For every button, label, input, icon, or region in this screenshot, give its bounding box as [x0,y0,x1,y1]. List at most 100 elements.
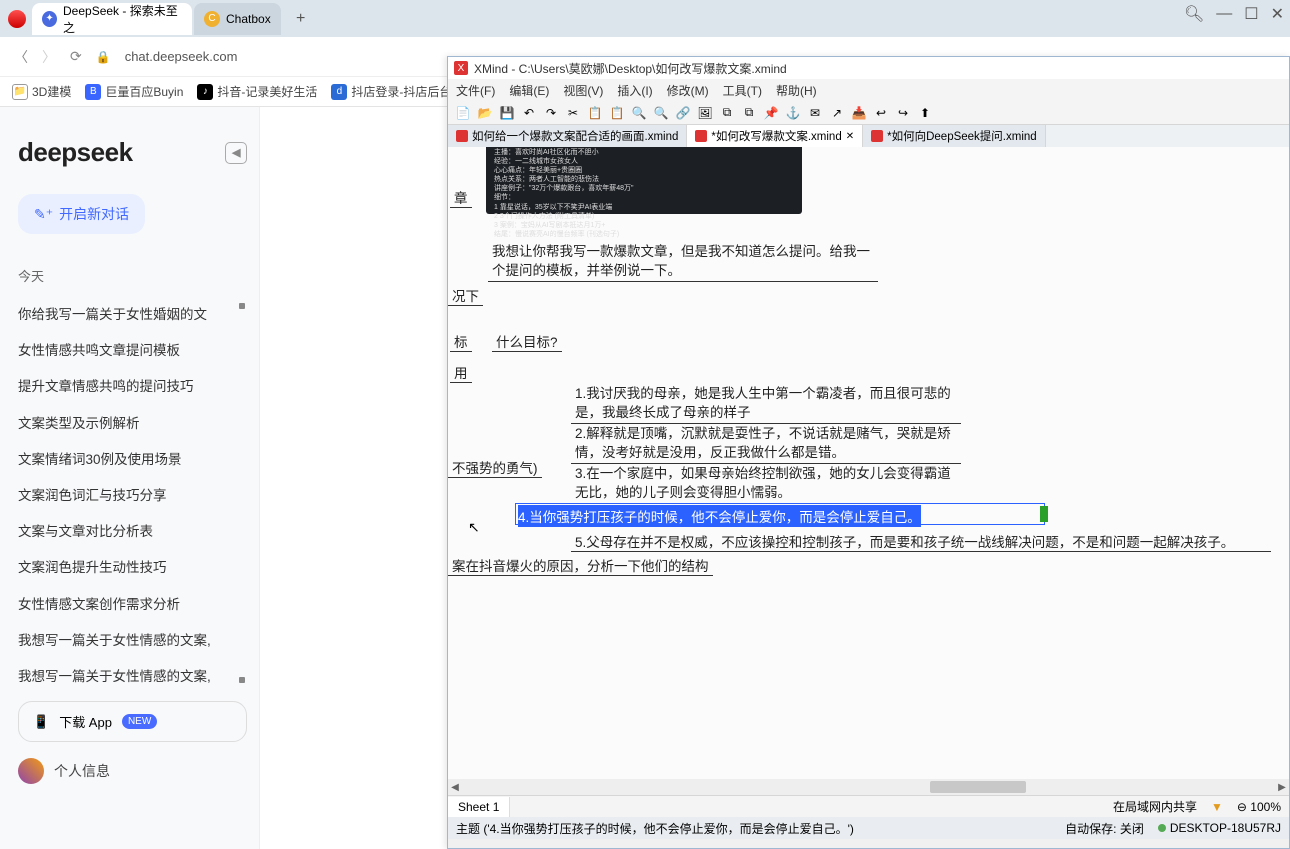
chat-history-item[interactable]: 文案类型及示例解析 [18,412,247,430]
chat-history-item[interactable]: 女性情感共鸣文章提问模板 [18,339,247,357]
mindmap-node[interactable]: 3.在一个家庭中，如果母亲始终控制欲强，她的女儿会变得霸道无比，她的儿子则会变得… [571,465,961,504]
chat-history-item[interactable]: 你给我写一篇关于女性婚姻的文 [18,303,247,321]
chat-history-item[interactable]: 我想写一篇关于女性情感的文案, [18,629,247,647]
bookmark-item[interactable]: 📁3D建模 [12,83,71,100]
scroll-down-icon[interactable] [239,677,245,683]
collapse-sidebar-icon[interactable]: ◀ [225,142,247,164]
close-icon[interactable]: ✕ [1271,4,1284,24]
sheet-tab[interactable]: Sheet 1 [448,797,510,817]
mindmap-node[interactable]: 章 [450,187,472,208]
mindmap-node[interactable]: 况下 [448,285,483,306]
toolbar-icon[interactable]: 📌 [762,104,780,122]
menu-insert[interactable]: 插入(I) [617,82,652,99]
toolbar-icon[interactable]: 🔍 [652,104,670,122]
chat-history-item[interactable]: 文案润色词汇与技巧分享 [18,484,247,502]
xmind-titlebar[interactable]: X XMind - C:\Users\莫欧娜\Desktop\如何改写爆款文案.… [448,57,1289,79]
phone-icon: 📱 [33,714,49,730]
chat-history-item[interactable]: 文案情绪词30例及使用场景 [18,448,247,466]
toolbar-icon[interactable]: ⬆ [916,104,934,122]
url-text[interactable]: chat.deepseek.com [125,49,238,64]
filter-icon[interactable]: ▼ [1205,800,1229,814]
mindmap-node[interactable]: 2.解释就是顶嘴，沉默就是耍性子，不说话就是赌气，哭就是矫情，没考好就是没用，反… [571,425,961,464]
menu-tools[interactable]: 工具(T) [723,82,762,99]
toolbar-icon[interactable]: 📥 [850,104,868,122]
toolbar-icon[interactable]: 🔗 [674,104,692,122]
toolbar-icon[interactable]: 📋 [608,104,626,122]
toolbar-icon[interactable]: ⚓ [784,104,802,122]
mindmap-node-selected[interactable]: 4.当你强势打压孩子的时候，他不会停止爱你，而是会停止爱自己。 [518,505,921,527]
mindmap-node[interactable]: 1.我讨厌我的母亲，她是我人生中第一个霸凌者，而且很可悲的是，我最终长成了母亲的… [571,385,961,424]
menu-modify[interactable]: 修改(M) [667,82,709,99]
menu-help[interactable]: 帮助(H) [776,82,817,99]
download-app-button[interactable]: 📱 下载 App NEW [18,701,247,742]
xmind-canvas[interactable]: 主播：喜欢时尚AI社区化而不胆小经验：一二线城市女孩女人心心痛点：年轻美丽+贵圈… [448,147,1289,779]
mindmap-node[interactable]: 什么目标? [492,331,562,352]
maximize-icon[interactable]: ☐ [1244,4,1258,24]
lan-share-label[interactable]: 在局域网内共享 [1105,798,1205,815]
mindmap-node[interactable]: 标 [450,331,472,352]
chat-history-item[interactable]: 文案与文章对比分析表 [18,520,247,538]
toolbar-icon[interactable]: ↶ [520,104,538,122]
search-icon[interactable]: 🔍︎ [1184,4,1204,24]
chat-history-item[interactable]: 提升文章情感共鸣的提问技巧 [18,375,247,393]
toolbar-icon[interactable]: ↩ [872,104,890,122]
toolbar-icon[interactable]: ⧉ [718,104,736,122]
mindmap-node[interactable]: 案在抖音爆火的原因，分析一下他们的结构 [448,555,713,576]
scroll-right-icon[interactable]: ▶ [1275,782,1289,793]
toolbar-icon[interactable]: ⧉ [740,104,758,122]
autosave-status: 自动保存: 关闭 [1065,820,1144,837]
toolbar-icon[interactable]: 🔍 [630,104,648,122]
bookmark-item[interactable]: B巨量百应Buyin [85,83,183,100]
scroll-left-icon[interactable]: ◀ [448,782,462,793]
scrollbar-track[interactable] [462,780,1275,794]
chat-history-item[interactable]: 我想写一篇关于女性情感的文案, [18,665,247,683]
selection-handle-icon[interactable] [1040,506,1048,522]
bookmark-item[interactable]: ♪抖音-记录美好生活 [197,83,317,100]
page-content: deepseek ◀ ✎⁺ 开启新对话 今天 你给我写一篇关于女性婚姻的文 女性… [0,107,1290,849]
section-title: 今天 [18,266,247,285]
mindmap-node[interactable]: 用 [450,362,472,383]
menu-file[interactable]: 文件(F) [456,82,495,99]
toolbar-icon[interactable]: ↪ [894,104,912,122]
scroll-up-icon[interactable] [239,303,245,309]
back-icon[interactable]: 〈 [14,47,28,67]
zoom-level[interactable]: ⊖ 100% [1229,800,1289,814]
file-icon [695,130,707,142]
tab-label: DeepSeek - 探索未至之 [63,2,182,36]
reload-icon[interactable]: ⟳ [70,48,82,65]
xmind-file-tab[interactable]: 如何给一个爆款文案配合适的画面.xmind [448,125,687,147]
xmind-file-tab[interactable]: *如何向DeepSeek提问.xmind [863,125,1046,147]
profile-link[interactable]: 个人信息 [18,758,247,784]
toolbar-icon[interactable]: ↷ [542,104,560,122]
mindmap-node[interactable]: 5.父母存在并不是权威，不应该操控和控制孩子，而是要和孩子统一战线解决问题，不是… [571,531,1271,552]
code-snippet-node[interactable]: 主播：喜欢时尚AI社区化而不胆小经验：一二线城市女孩女人心心痛点：年轻美丽+贵圈… [486,147,802,214]
chat-history-item[interactable]: 女性情感文案创作需求分析 [18,593,247,611]
mindmap-node[interactable]: 不强势的勇气) [448,457,542,478]
host-name: DESKTOP-18U57RJ [1158,821,1281,835]
toolbar-icon[interactable]: 📋 [586,104,604,122]
horizontal-scrollbar[interactable]: ◀ ▶ [448,779,1289,795]
toolbar-icon[interactable]: ✉ [806,104,824,122]
chat-history-item[interactable]: 文案润色提升生动性技巧 [18,556,247,574]
bookmark-item[interactable]: d抖店登录-抖店后台 [331,83,451,100]
browser-tab[interactable]: C Chatbox [194,3,281,35]
mindmap-node[interactable]: 我想让你帮我写一款爆款文章，但是我不知道怎么提问。给我一个提问的模板，并举例说一… [488,243,878,282]
xmind-file-tab-active[interactable]: *如何改写爆款文案.xmind✕ [687,125,863,147]
menu-view[interactable]: 视图(V) [563,82,603,99]
toolbar-icon[interactable]: 🖼 [696,104,714,122]
scrollbar-thumb[interactable] [930,781,1026,793]
close-tab-icon[interactable]: ✕ [846,131,854,142]
toolbar-icon[interactable]: ↗ [828,104,846,122]
minimize-icon[interactable]: — [1216,5,1232,23]
browser-titlebar: ✦ DeepSeek - 探索未至之 C Chatbox + 🔍︎ — ☐ ✕ [0,0,1290,37]
new-tab-button[interactable]: + [289,7,313,31]
browser-tab-active[interactable]: ✦ DeepSeek - 探索未至之 [32,3,192,35]
toolbar-icon[interactable]: ✂ [564,104,582,122]
toolbar-icon[interactable]: 📂 [476,104,494,122]
toolbar-icon[interactable]: 💾 [498,104,516,122]
xmind-title-text: XMind - C:\Users\莫欧娜\Desktop\如何改写爆款文案.xm… [474,60,787,77]
menu-edit[interactable]: 编辑(E) [509,82,549,99]
toolbar-icon[interactable]: 📄 [454,104,472,122]
forward-icon[interactable]: 〉 [42,47,56,67]
new-chat-button[interactable]: ✎⁺ 开启新对话 [18,194,145,234]
